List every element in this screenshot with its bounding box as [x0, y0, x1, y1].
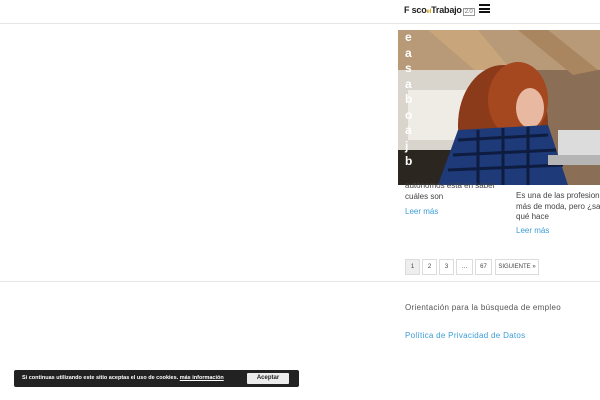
post-title-vertical[interactable]: e a s a b o a j b: [405, 30, 417, 170]
title-char: s: [405, 61, 412, 75]
cookie-message: Si continuas utilizando este sitio acept…: [22, 375, 179, 381]
read-more-link[interactable]: Leer más: [516, 226, 549, 235]
title-char: a: [405, 45, 412, 60]
excerpt-line: Es una de las profesiones: [516, 191, 600, 200]
excerpt-line: qué hace: [516, 212, 549, 221]
cookie-more-info-link[interactable]: más información: [180, 375, 224, 381]
footer-divider: [0, 281, 600, 282]
logo-text: F sco: [404, 5, 427, 15]
post-featured-image[interactable]: [398, 30, 600, 185]
post-excerpt: autónomos está en saber cuáles son: [405, 181, 515, 202]
title-char: b: [405, 154, 413, 168]
read-more-link[interactable]: Leer más: [405, 207, 438, 216]
title-char: e: [405, 30, 412, 44]
page-2-button[interactable]: 2: [422, 259, 437, 275]
site-logo[interactable]: F scoelTrabajo 2.0: [404, 5, 475, 16]
page-ellipsis: …: [456, 259, 473, 275]
post-excerpt: Es una de las profesiones más de moda, p…: [516, 191, 600, 223]
logo-box: 2.0: [462, 8, 475, 16]
excerpt-line: más de moda, pero ¿sab: [516, 201, 600, 211]
page-67-button[interactable]: 67: [475, 259, 492, 275]
cookie-banner: Si continuas utilizando este sitio acept…: [14, 370, 299, 387]
privacy-policy-link[interactable]: Política de Privacidad de Datos: [405, 331, 525, 340]
title-char: j: [405, 138, 409, 153]
title-char: o: [405, 107, 413, 122]
title-char: a: [405, 123, 412, 137]
excerpt-line: autónomos está en saber: [405, 181, 496, 190]
site-header: F scoelTrabajo 2.0: [0, 0, 600, 24]
next-page-button[interactable]: SIGUIENTE »: [495, 259, 539, 275]
logo-end: Trabajo: [431, 5, 462, 15]
woman-at-laptop-photo: [398, 30, 600, 185]
footer-tagline: Orientación para la búsqueda de empleo: [405, 303, 561, 312]
title-char: b: [405, 92, 413, 106]
title-char: a: [405, 76, 412, 91]
accept-cookies-button[interactable]: Aceptar: [247, 373, 289, 384]
excerpt-line: cuáles son: [405, 191, 444, 201]
cookie-text: Si continuas utilizando este sitio acept…: [22, 375, 224, 381]
page-1-button[interactable]: 1: [405, 259, 420, 275]
page-3-button[interactable]: 3: [439, 259, 454, 275]
hamburger-icon[interactable]: [479, 4, 490, 13]
